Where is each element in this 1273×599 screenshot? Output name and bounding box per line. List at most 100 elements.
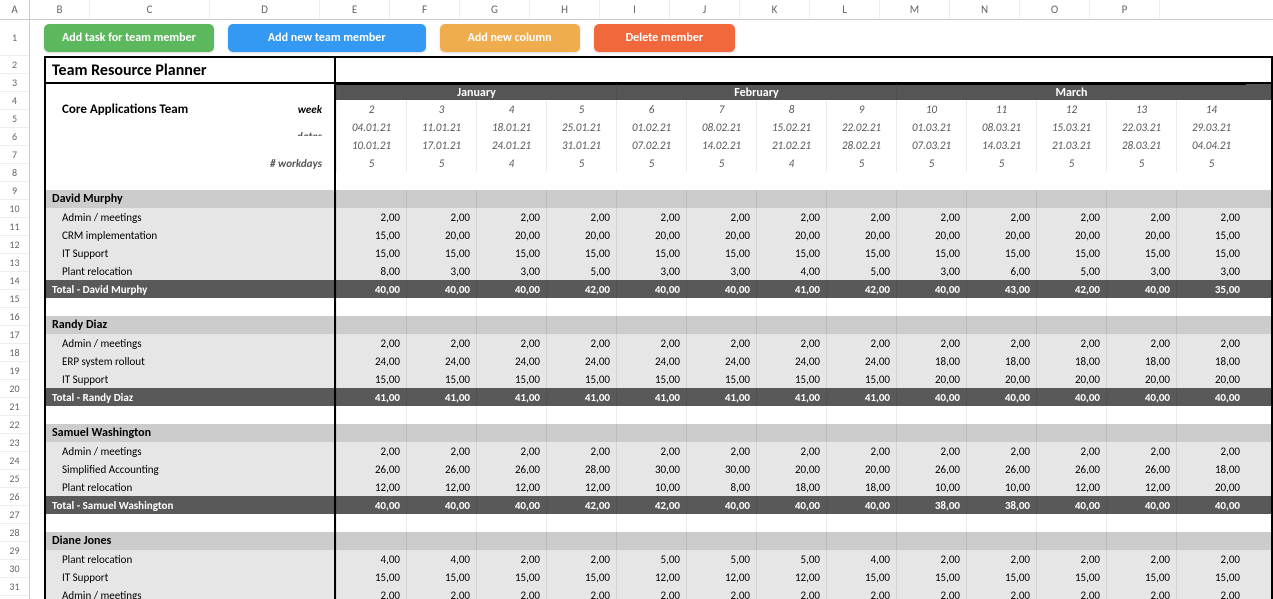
value-cell[interactable]: 20,00: [826, 460, 896, 478]
row-header-31[interactable]: 31: [0, 578, 29, 596]
value-cell[interactable]: 40,00: [476, 496, 546, 514]
value-cell[interactable]: 20,00: [756, 460, 826, 478]
value-cell[interactable]: 2,00: [406, 442, 476, 460]
row-header-15[interactable]: 15: [0, 290, 29, 308]
value-cell[interactable]: 41,00: [826, 388, 896, 406]
value-cell[interactable]: 40,00: [1176, 496, 1246, 514]
value-cell[interactable]: 24,00: [686, 352, 756, 370]
value-cell[interactable]: 40,00: [686, 496, 756, 514]
value-cell[interactable]: 2,00: [1036, 550, 1106, 568]
value-cell[interactable]: 2,00: [686, 586, 756, 599]
value-cell[interactable]: 15,00: [616, 244, 686, 262]
row-header-30[interactable]: 30: [0, 560, 29, 578]
value-cell[interactable]: 2,00: [1106, 208, 1176, 226]
value-cell[interactable]: 2,00: [1036, 208, 1106, 226]
value-cell[interactable]: 15,00: [1176, 226, 1246, 244]
value-cell[interactable]: 41,00: [336, 388, 406, 406]
value-cell[interactable]: 26,00: [966, 460, 1036, 478]
value-cell[interactable]: 2,00: [546, 550, 616, 568]
row-header-22[interactable]: 22: [0, 416, 29, 434]
value-cell[interactable]: 41,00: [406, 388, 476, 406]
value-cell[interactable]: 2,00: [1176, 550, 1246, 568]
row-header-20[interactable]: 20: [0, 380, 29, 398]
value-cell[interactable]: 15,00: [336, 226, 406, 244]
row-header-25[interactable]: 25: [0, 470, 29, 488]
value-cell[interactable]: 2,00: [1176, 208, 1246, 226]
task-label[interactable]: Admin / meetings: [46, 334, 336, 352]
value-cell[interactable]: 12,00: [406, 478, 476, 496]
value-cell[interactable]: 20,00: [756, 226, 826, 244]
value-cell[interactable]: 15,00: [1036, 244, 1106, 262]
value-cell[interactable]: 2,00: [756, 208, 826, 226]
value-cell[interactable]: 15,00: [476, 370, 546, 388]
value-cell[interactable]: 15,00: [406, 244, 476, 262]
value-cell[interactable]: 10,00: [616, 478, 686, 496]
task-label[interactable]: Simplified Accounting: [46, 460, 336, 478]
value-cell[interactable]: 18,00: [826, 478, 896, 496]
row-header-14[interactable]: 14: [0, 272, 29, 290]
row-header-5[interactable]: 5: [0, 110, 29, 128]
value-cell[interactable]: 2,00: [756, 442, 826, 460]
value-cell[interactable]: 40,00: [1176, 388, 1246, 406]
value-cell[interactable]: 18,00: [966, 352, 1036, 370]
row-header-27[interactable]: 27: [0, 506, 29, 524]
value-cell[interactable]: 2,00: [1106, 550, 1176, 568]
value-cell[interactable]: 2,00: [1106, 334, 1176, 352]
value-cell[interactable]: 15,00: [1106, 568, 1176, 586]
value-cell[interactable]: 24,00: [476, 352, 546, 370]
col-header-E[interactable]: E: [320, 0, 390, 19]
col-header-O[interactable]: O: [1020, 0, 1090, 19]
value-cell[interactable]: 5,00: [1036, 262, 1106, 280]
col-header-G[interactable]: G: [460, 0, 530, 19]
value-cell[interactable]: 2,00: [1106, 442, 1176, 460]
value-cell[interactable]: 18,00: [1106, 352, 1176, 370]
task-label[interactable]: IT Support: [46, 244, 336, 262]
row-header-26[interactable]: 26: [0, 488, 29, 506]
row-header-4[interactable]: 4: [0, 92, 29, 110]
row-header-8[interactable]: 8: [0, 164, 29, 182]
value-cell[interactable]: 15,00: [406, 568, 476, 586]
value-cell[interactable]: 2,00: [686, 334, 756, 352]
col-header-F[interactable]: F: [390, 0, 460, 19]
col-header-C[interactable]: C: [90, 0, 210, 19]
value-cell[interactable]: 40,00: [756, 496, 826, 514]
value-cell[interactable]: 2,00: [966, 334, 1036, 352]
value-cell[interactable]: 30,00: [686, 460, 756, 478]
value-cell[interactable]: 12,00: [686, 568, 756, 586]
value-cell[interactable]: 15,00: [1106, 244, 1176, 262]
value-cell[interactable]: 15,00: [616, 370, 686, 388]
row-header-10[interactable]: 10: [0, 200, 29, 218]
value-cell[interactable]: 3,00: [896, 262, 966, 280]
value-cell[interactable]: 42,00: [616, 496, 686, 514]
value-cell[interactable]: 2,00: [546, 586, 616, 599]
value-cell[interactable]: 40,00: [1106, 280, 1176, 298]
value-cell[interactable]: 2,00: [826, 334, 896, 352]
value-cell[interactable]: 8,00: [686, 478, 756, 496]
value-cell[interactable]: 35,00: [1176, 280, 1246, 298]
row-header-2[interactable]: 2: [0, 56, 29, 74]
value-cell[interactable]: 20,00: [686, 226, 756, 244]
value-cell[interactable]: 2,00: [1176, 586, 1246, 599]
value-cell[interactable]: 2,00: [896, 334, 966, 352]
value-cell[interactable]: 15,00: [756, 244, 826, 262]
value-cell[interactable]: 26,00: [896, 460, 966, 478]
value-cell[interactable]: 2,00: [616, 586, 686, 599]
row-header-11[interactable]: 11: [0, 218, 29, 236]
value-cell[interactable]: 40,00: [896, 388, 966, 406]
value-cell[interactable]: 26,00: [1106, 460, 1176, 478]
value-cell[interactable]: 26,00: [1036, 460, 1106, 478]
value-cell[interactable]: 12,00: [616, 568, 686, 586]
value-cell[interactable]: 2,00: [616, 334, 686, 352]
value-cell[interactable]: 3,00: [686, 262, 756, 280]
col-header-P[interactable]: P: [1090, 0, 1160, 19]
value-cell[interactable]: 2,00: [966, 442, 1036, 460]
value-cell[interactable]: 42,00: [1036, 280, 1106, 298]
value-cell[interactable]: 20,00: [616, 226, 686, 244]
value-cell[interactable]: 5,00: [546, 262, 616, 280]
value-cell[interactable]: 18,00: [756, 478, 826, 496]
row-header-7[interactable]: 7: [0, 146, 29, 164]
value-cell[interactable]: 20,00: [1106, 370, 1176, 388]
value-cell[interactable]: 40,00: [406, 280, 476, 298]
value-cell[interactable]: 26,00: [336, 460, 406, 478]
value-cell[interactable]: 4,00: [406, 550, 476, 568]
